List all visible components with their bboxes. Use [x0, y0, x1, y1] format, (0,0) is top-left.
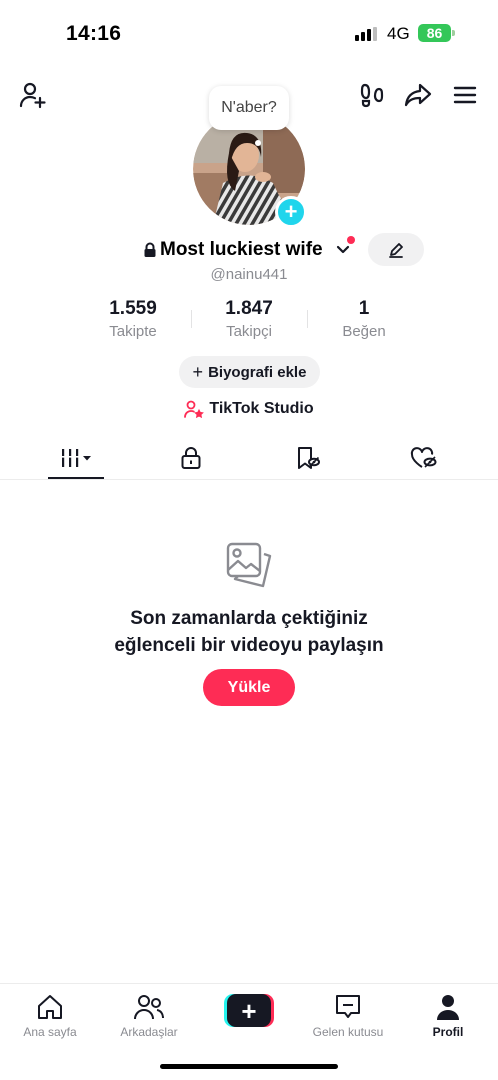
plus-icon: + — [284, 199, 298, 224]
add-friend-button[interactable] — [17, 79, 49, 111]
bookmark-hidden-icon — [298, 446, 320, 469]
status-note-bubble[interactable]: N'aber? — [209, 86, 289, 130]
nav-home-label: Ana sayfa — [23, 1025, 77, 1039]
profile-tabs — [0, 436, 498, 480]
home-indicator — [160, 1064, 338, 1069]
nav-friends-label: Arkadaşlar — [120, 1025, 178, 1039]
chevron-down-icon[interactable] — [336, 242, 350, 256]
nav-inbox[interactable]: Gelen kutusu — [298, 992, 398, 1039]
share-button[interactable] — [402, 79, 434, 111]
lock-icon — [144, 242, 156, 257]
nav-inbox-label: Gelen kutusu — [312, 1025, 384, 1039]
plus-icon: + — [192, 361, 204, 382]
tab-videos[interactable] — [14, 436, 138, 479]
username: @nainu441 — [210, 266, 288, 283]
battery-icon: 86 — [418, 24, 451, 42]
stat-divider — [307, 310, 308, 328]
tiktok-studio-label: TikTok Studio — [209, 400, 314, 417]
stat-likes[interactable]: 1 Beğen — [309, 298, 419, 340]
following-count: 1.559 — [109, 298, 157, 319]
empty-state-line2: eğlenceli bir videoyu paylaşın — [114, 635, 384, 656]
tab-private[interactable] — [129, 436, 253, 479]
profile-stats: 1.559 Takipte 1.847 Takipçi 1 Beğen — [0, 298, 498, 342]
notification-dot — [347, 236, 355, 244]
share-arrow-icon — [404, 83, 432, 107]
creator-star-icon — [184, 400, 205, 418]
inbox-icon — [336, 995, 360, 1018]
stat-following[interactable]: 1.559 Takipte — [78, 298, 188, 340]
menu-button[interactable] — [449, 79, 481, 111]
photos-placeholder-icon — [226, 542, 272, 588]
followers-count: 1.847 — [225, 298, 273, 319]
create-button[interactable]: + — [224, 994, 274, 1027]
nav-profile[interactable]: Profil — [398, 992, 498, 1039]
following-label: Takipte — [109, 323, 157, 340]
likes-count: 1 — [358, 298, 370, 319]
status-bar: 14:16 4G 86 — [0, 0, 498, 60]
stat-divider — [191, 310, 192, 328]
stat-followers[interactable]: 1.847 Takipçi — [194, 298, 304, 340]
empty-state-title: Son zamanlarda çektiğiniz eğlenceli bir … — [0, 605, 498, 659]
display-name: Most luckiest wife — [160, 239, 323, 260]
bubble-dot — [255, 140, 261, 146]
video-grid-icon — [60, 448, 91, 467]
add-bio-label: Biyografi ekle — [208, 363, 307, 381]
nav-profile-label: Profil — [432, 1025, 464, 1039]
tiktok-studio-link[interactable]: TikTok Studio — [0, 398, 498, 420]
network-type: 4G — [387, 24, 410, 43]
tab-saved[interactable] — [246, 436, 370, 479]
add-story-button[interactable]: + — [275, 196, 307, 228]
add-bio-button[interactable]: + Biyografi ekle — [179, 356, 320, 388]
friends-icon — [134, 995, 164, 1020]
home-icon — [38, 995, 62, 1019]
edit-profile-button[interactable] — [368, 233, 424, 266]
signal-icon — [355, 27, 379, 41]
upload-button[interactable]: Yükle — [203, 669, 295, 706]
status-note-text: N'aber? — [221, 99, 277, 116]
status-time: 14:16 — [66, 22, 122, 45]
nav-home[interactable]: Ana sayfa — [0, 992, 100, 1039]
hamburger-menu-icon — [453, 86, 477, 104]
battery-tip — [452, 30, 455, 36]
heart-hidden-icon — [410, 446, 437, 468]
active-tab-indicator — [48, 477, 104, 479]
lock-icon — [181, 446, 201, 469]
create-plus-icon: + — [227, 994, 271, 1027]
profile-icon — [437, 995, 459, 1020]
likes-label: Beğen — [342, 323, 386, 340]
pencil-icon — [389, 242, 403, 258]
battery-level: 86 — [426, 25, 443, 41]
empty-state-line1: Son zamanlarda çektiğiniz — [130, 608, 368, 629]
tab-liked[interactable] — [362, 436, 486, 479]
profile-views-button[interactable] — [357, 79, 389, 111]
footprints-icon — [360, 83, 384, 108]
followers-label: Takipçi — [226, 323, 272, 340]
nav-friends[interactable]: Arkadaşlar — [99, 992, 199, 1039]
person-plus-icon — [19, 82, 46, 109]
